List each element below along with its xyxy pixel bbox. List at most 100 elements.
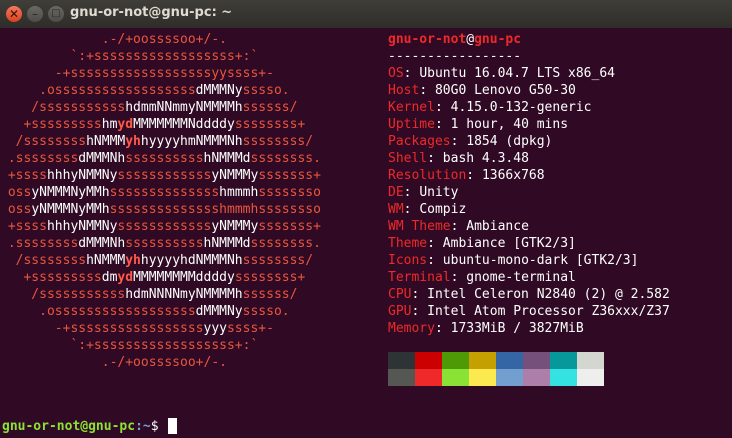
info-colon: : bbox=[434, 117, 451, 132]
info-colon: : bbox=[403, 185, 420, 200]
info-row: Shell: bash 4.3.48 bbox=[388, 150, 670, 167]
logo-segment: hNMMMd bbox=[203, 236, 251, 251]
info-colon: : bbox=[434, 321, 451, 336]
logo-line: ossyNMMMNyMMhsssssssssssssshmmmhssssssso bbox=[0, 185, 321, 200]
logo-line: `:+ssssssssssssssssss+:` bbox=[0, 338, 258, 353]
info-colon: : bbox=[450, 270, 467, 285]
color-swatch bbox=[577, 369, 604, 386]
logo-segment: ssssssssss bbox=[125, 236, 204, 251]
info-row: Resolution: 1366x768 bbox=[388, 167, 670, 184]
logo-line: -+ssssssssssssssssssyyssss+- bbox=[0, 66, 274, 81]
info-value: Compiz bbox=[419, 202, 467, 217]
info-row: OS: Ubuntu 16.04.7 LTS x86_64 bbox=[388, 65, 670, 82]
logo-segment: ssssssss/ bbox=[242, 134, 314, 149]
info-value: 1366x768 bbox=[481, 168, 545, 183]
logo-segment: yd bbox=[117, 117, 134, 132]
distro-ascii-logo: .-/+oossssoo+/-. `:+ssssssssssssssssss+:… bbox=[0, 31, 321, 371]
text-cursor bbox=[168, 418, 178, 434]
logo-segment: yh bbox=[125, 134, 141, 149]
logo-segment: dMMMNh bbox=[78, 151, 126, 166]
logo-segment: .ssssssss bbox=[0, 151, 79, 166]
prompt-user-host: gnu-or-not@gnu-pc bbox=[2, 419, 136, 434]
palette-bright-row bbox=[388, 369, 604, 386]
info-colon: : bbox=[427, 151, 443, 166]
close-icon: ✕ bbox=[8, 7, 20, 21]
info-colon: : bbox=[434, 100, 451, 115]
info-value: Ambiance [GTK2/3] bbox=[442, 236, 576, 251]
logo-line: `:+ssssssssssssssssss+:` bbox=[0, 49, 258, 64]
logo-line: +sssssssssdmydMMMMMMMMddddyssssssss+ bbox=[0, 270, 305, 285]
terminal-area[interactable]: .-/+oossssoo+/-. `:+ssssssssssssssssss+:… bbox=[0, 28, 732, 438]
info-key: Kernel bbox=[388, 100, 435, 115]
logo-segment: .ssssssss bbox=[0, 236, 79, 251]
logo-segment: hmmmh bbox=[219, 185, 259, 200]
close-button[interactable]: ✕ bbox=[6, 6, 22, 22]
logo-segment: `:+ssssssssssssssssss+:` bbox=[0, 338, 259, 353]
info-separator: ----------------- bbox=[388, 49, 522, 64]
logo-line: -+sssssssssssssssssyyyssss+- bbox=[0, 321, 274, 336]
logo-segment: hdmmNNmmyNMMMMh bbox=[125, 100, 243, 115]
terminal-window: ✕ – □ gnu-or-not@gnu-pc: ~ .-/+oossssoo+… bbox=[0, 0, 732, 438]
logo-segment: yyy bbox=[203, 321, 227, 336]
palette-normal-row bbox=[388, 352, 604, 369]
system-info: gnu-or-not@gnu-pc ----------------- OS: … bbox=[388, 31, 670, 337]
logo-line: +sssshhhyNMMNyssssssssssssyNMMMysssssss+ bbox=[0, 219, 321, 234]
logo-segment: ssss+- bbox=[226, 321, 274, 336]
logo-segment: dMMMNy bbox=[195, 304, 243, 319]
info-row: Packages: 1854 (dpkg) bbox=[388, 133, 670, 150]
logo-line: ossyNMMMNyMMhsssssssssssssshmmmhssssssso bbox=[0, 202, 321, 217]
color-swatch bbox=[442, 352, 469, 369]
info-row: WM: Compiz bbox=[388, 201, 670, 218]
logo-segment: /sssssssssss bbox=[0, 287, 126, 302]
logo-segment: yNMMMy bbox=[211, 219, 259, 234]
logo-segment: ssssssssssss bbox=[117, 219, 212, 234]
logo-line: .-/+oossssoo+/-. bbox=[0, 32, 227, 47]
info-value: Unity bbox=[419, 185, 459, 200]
color-swatch bbox=[496, 369, 523, 386]
shell-prompt[interactable]: gnu-or-not@gnu-pc:~$ bbox=[2, 418, 178, 435]
maximize-button[interactable]: □ bbox=[48, 6, 64, 22]
logo-segment: sssssssssssssshmmmh bbox=[109, 202, 259, 217]
logo-segment: /ssssssss bbox=[0, 134, 87, 149]
color-swatch bbox=[550, 369, 577, 386]
color-palette bbox=[388, 352, 604, 386]
info-header: gnu-or-not@gnu-pc bbox=[388, 31, 670, 48]
info-value: Ambiance bbox=[466, 219, 529, 234]
logo-line: /ssssssssssshdmmNNmmyNMMMMhssssss/ bbox=[0, 100, 297, 115]
logo-segment: +sssssssss bbox=[0, 117, 102, 132]
logo-segment: yNMMMNyMMh bbox=[31, 185, 110, 200]
maximize-icon: □ bbox=[51, 8, 61, 19]
info-key: Uptime bbox=[388, 117, 435, 132]
logo-line: .ssssssssdMMMNhsssssssssshNMMMdssssssss. bbox=[0, 151, 321, 166]
logo-segment: +ssss bbox=[0, 168, 47, 183]
logo-segment: sssssss+ bbox=[258, 168, 321, 183]
logo-segment: hm bbox=[101, 117, 118, 132]
info-list: OS: Ubuntu 16.04.7 LTS x86_64 Host: 80G0 … bbox=[388, 65, 670, 337]
info-key: Host bbox=[388, 83, 420, 98]
info-value: 1 hour, 40 mins bbox=[450, 117, 569, 132]
color-swatch bbox=[469, 369, 496, 386]
info-colon: : bbox=[450, 219, 467, 234]
info-key: Packages bbox=[388, 134, 451, 149]
logo-segment: dMMMNh bbox=[78, 236, 126, 251]
color-swatch bbox=[496, 352, 523, 369]
logo-line: .ssssssssdMMMNhsssssssssshNMMMdssssssss. bbox=[0, 236, 321, 251]
info-row: Memory: 1733MiB / 3827MiB bbox=[388, 320, 670, 337]
info-key: Terminal bbox=[388, 270, 451, 285]
color-swatch bbox=[442, 369, 469, 386]
info-colon: : bbox=[427, 253, 443, 268]
info-value: ubuntu-mono-dark [GTK2/3] bbox=[442, 253, 639, 268]
minimize-button[interactable]: – bbox=[27, 6, 43, 22]
info-row: WM Theme: Ambiance bbox=[388, 218, 670, 235]
info-row: Kernel: 4.15.0-132-generic bbox=[388, 99, 670, 116]
info-colon: : bbox=[411, 287, 428, 302]
logo-segment: dm bbox=[101, 270, 118, 285]
logo-segment: /ssssssss bbox=[0, 253, 87, 268]
info-value: 4.15.0-132-generic bbox=[450, 100, 592, 115]
info-key: DE bbox=[388, 185, 404, 200]
logo-segment: ssssss/ bbox=[242, 100, 298, 115]
color-swatch bbox=[469, 352, 496, 369]
logo-line: +sssshhhyNMMNyssssssssssssyNMMMysssssss+ bbox=[0, 168, 321, 183]
color-swatch bbox=[550, 352, 577, 369]
info-user: gnu-or-not bbox=[388, 32, 467, 47]
